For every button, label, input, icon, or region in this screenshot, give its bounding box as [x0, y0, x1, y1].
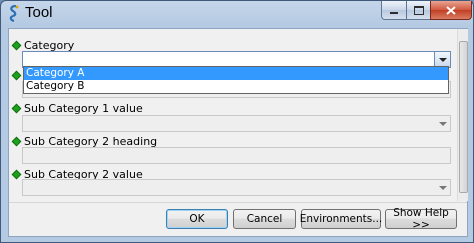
category-dropdown-list[interactable]: Category A Category B [23, 66, 449, 94]
dropdown-option[interactable]: Category A [24, 67, 448, 80]
scrollbar-thumb[interactable] [459, 41, 468, 193]
maximize-button[interactable] [406, 1, 431, 20]
divider [9, 202, 467, 203]
sub-category-2-value-dropdown[interactable] [22, 179, 451, 196]
param-sub-category-1-value: Sub Category 1 value [12, 101, 143, 115]
tool-dialog: Tool Category Category A Category B Sub … [0, 0, 474, 243]
param-label: Sub Category 2 heading [24, 134, 158, 148]
sub-category-1-value-dropdown[interactable] [22, 115, 451, 132]
title-bar[interactable]: Tool [1, 1, 473, 27]
chevron-down-icon [438, 121, 447, 126]
close-icon [446, 5, 456, 15]
green-diamond-icon [12, 41, 21, 49]
param-sub-category-2-heading: Sub Category 2 heading [12, 134, 157, 148]
param-label: Category [24, 38, 75, 52]
python-script-icon [9, 5, 19, 22]
chevron-down-icon [438, 185, 447, 190]
window-title: Tool [25, 4, 53, 21]
green-diamond-icon [12, 104, 21, 112]
param-category: Category [12, 38, 74, 52]
minimize-button[interactable] [381, 1, 407, 20]
show-help-button[interactable]: Show Help >> [385, 207, 457, 231]
sub-category-2-heading-input[interactable] [22, 147, 451, 164]
minimize-icon [390, 12, 398, 14]
dialog-body: Category Category A Category B Sub Categ… [8, 28, 468, 237]
parameters-panel: Category Category A Category B Sub Categ… [9, 29, 457, 201]
dropdown-arrow-button[interactable] [434, 52, 450, 67]
param-label: Sub Category 1 value [24, 101, 143, 115]
chevron-down-icon [438, 57, 447, 62]
cancel-button[interactable]: Cancel [233, 209, 296, 229]
ok-button[interactable]: OK [166, 209, 228, 229]
dropdown-arrow-button[interactable] [435, 116, 450, 131]
green-diamond-icon [12, 170, 21, 178]
green-diamond-icon [12, 71, 21, 79]
dropdown-arrow-button[interactable] [435, 180, 450, 195]
vertical-scrollbar[interactable] [457, 29, 468, 201]
environments-button[interactable]: Environments... [300, 209, 382, 229]
maximize-icon [413, 5, 424, 15]
green-diamond-icon [12, 137, 21, 145]
dropdown-option[interactable]: Category B [24, 80, 448, 93]
close-button[interactable] [430, 1, 472, 20]
